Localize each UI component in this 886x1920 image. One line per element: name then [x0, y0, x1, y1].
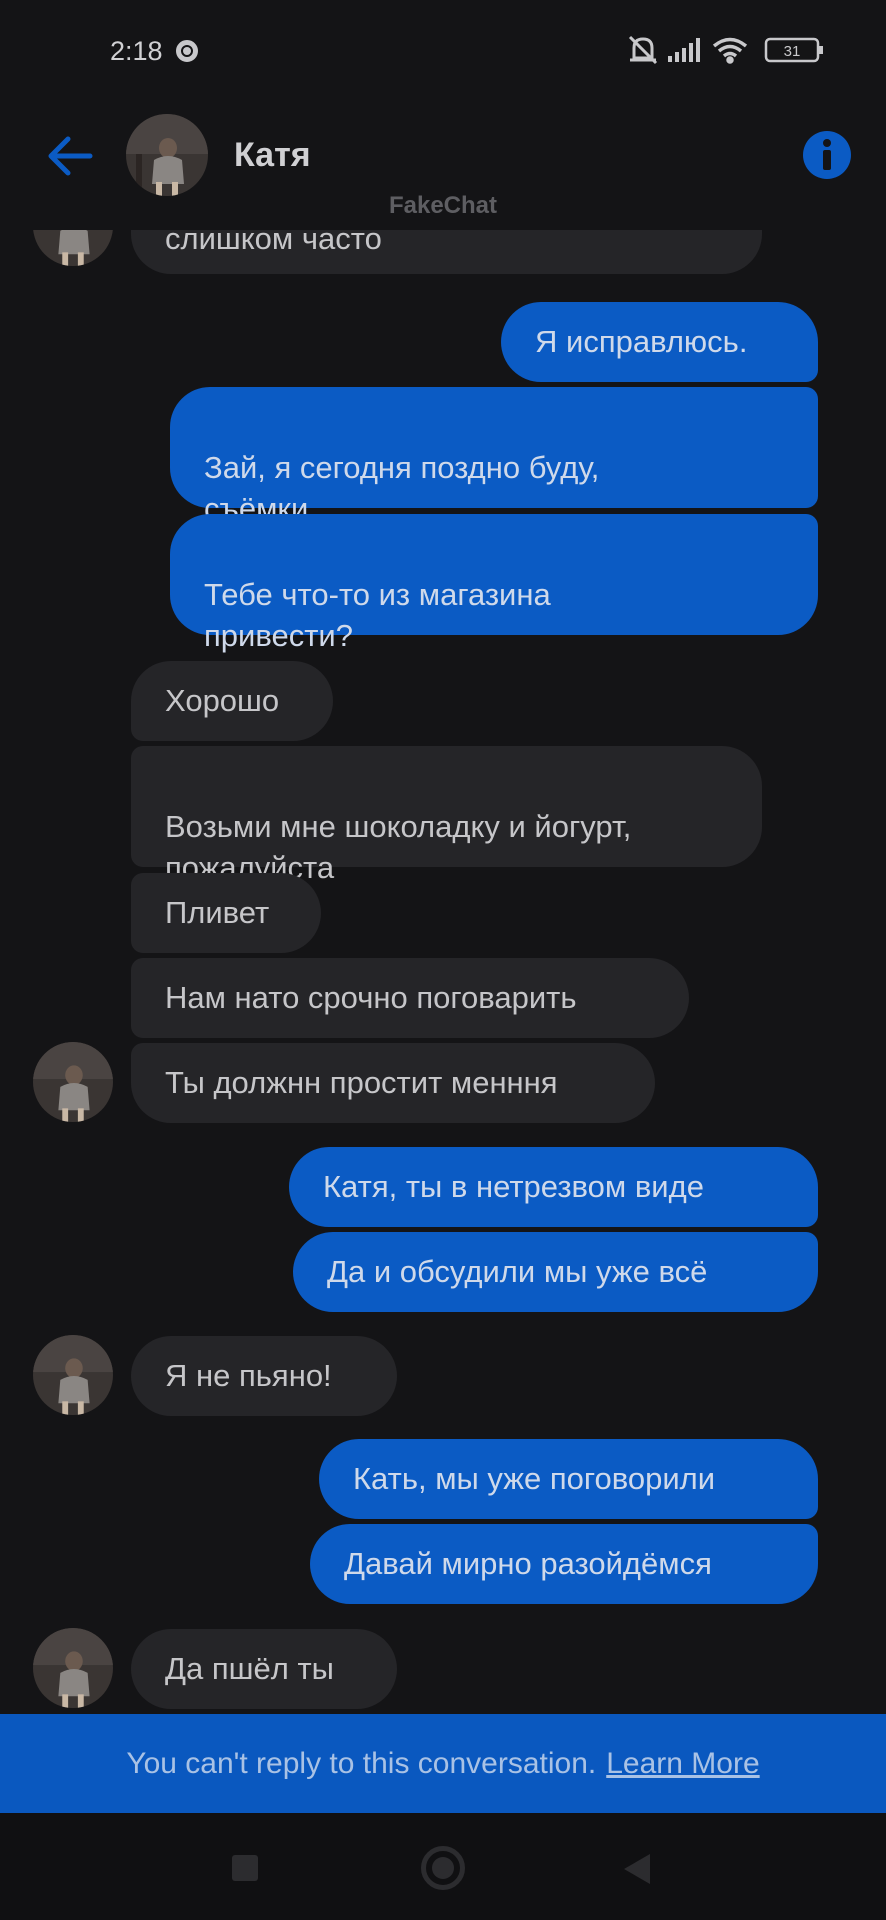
- message-bubble-incoming[interactable]: Возьми мне шоколадку и йогурт, пожалуйст…: [131, 746, 762, 885]
- back-icon[interactable]: [624, 1854, 650, 1884]
- learn-more-link[interactable]: Learn More: [606, 1747, 759, 1781]
- message-bubble-incoming[interactable]: Хорошо: [131, 661, 333, 741]
- message-bubble-outgoing[interactable]: Да и обсудили мы уже всё: [293, 1232, 818, 1312]
- battery-icon: 31: [764, 37, 823, 63]
- message-list[interactable]: слишком часто Я исправлюсь. Зай, я сегод…: [0, 230, 886, 1714]
- message-bubble-incoming[interactable]: Да пшёл ты: [131, 1629, 397, 1709]
- system-nav-bar: [0, 1813, 886, 1920]
- signal-icon: [668, 38, 700, 62]
- contact-avatar-small[interactable]: [33, 1335, 113, 1415]
- contact-avatar-small: [33, 230, 113, 266]
- mute-bell-icon: [628, 35, 658, 65]
- home-icon[interactable]: [421, 1846, 465, 1890]
- message-bubble-incoming[interactable]: слишком часто: [131, 230, 762, 274]
- message-bubble-outgoing[interactable]: Давай мирно разойдёмся: [310, 1524, 818, 1604]
- message-bubble-incoming[interactable]: Ты должнн простит менння: [131, 1043, 655, 1123]
- message-bubble-outgoing[interactable]: Катя, ты в нетрезвом виде: [289, 1147, 818, 1227]
- banner-text: You can't reply to this conversation.: [126, 1746, 597, 1780]
- battery-level: 31: [784, 43, 801, 60]
- recents-icon[interactable]: [232, 1855, 258, 1881]
- contact-avatar[interactable]: [126, 114, 208, 196]
- cannot-reply-banner: You can't reply to this conversation. Le…: [0, 1714, 886, 1813]
- status-bar: 2:18 31: [0, 0, 886, 100]
- info-icon[interactable]: [802, 130, 852, 180]
- message-bubble-incoming[interactable]: Пливет: [131, 873, 321, 953]
- contact-name[interactable]: Катя: [234, 136, 311, 175]
- message-bubble-outgoing[interactable]: Я исправлюсь.: [501, 302, 818, 382]
- message-bubble-outgoing[interactable]: Кать, мы уже поговорили: [319, 1439, 818, 1519]
- watermark: FakeChat: [388, 192, 498, 219]
- status-time: 2:18: [110, 36, 163, 66]
- status-icons: 31: [628, 35, 823, 65]
- message-bubble-outgoing[interactable]: Тебе что-то из магазина привести?: [170, 514, 818, 653]
- contact-avatar-small[interactable]: [33, 1042, 113, 1122]
- back-arrow-icon[interactable]: [44, 130, 96, 182]
- message-bubble-incoming[interactable]: Нам нато срочно поговарить: [131, 958, 689, 1038]
- conversation-header: Катя FakeChat: [0, 100, 886, 230]
- message-bubble-incoming[interactable]: Я не пьяно!: [131, 1336, 397, 1416]
- chrome-icon: [176, 40, 198, 62]
- contact-avatar-small[interactable]: [33, 1628, 113, 1708]
- message-bubble-outgoing[interactable]: Зай, я сегодня поздно буду, съёмки: [170, 387, 818, 526]
- wifi-icon: [712, 37, 748, 64]
